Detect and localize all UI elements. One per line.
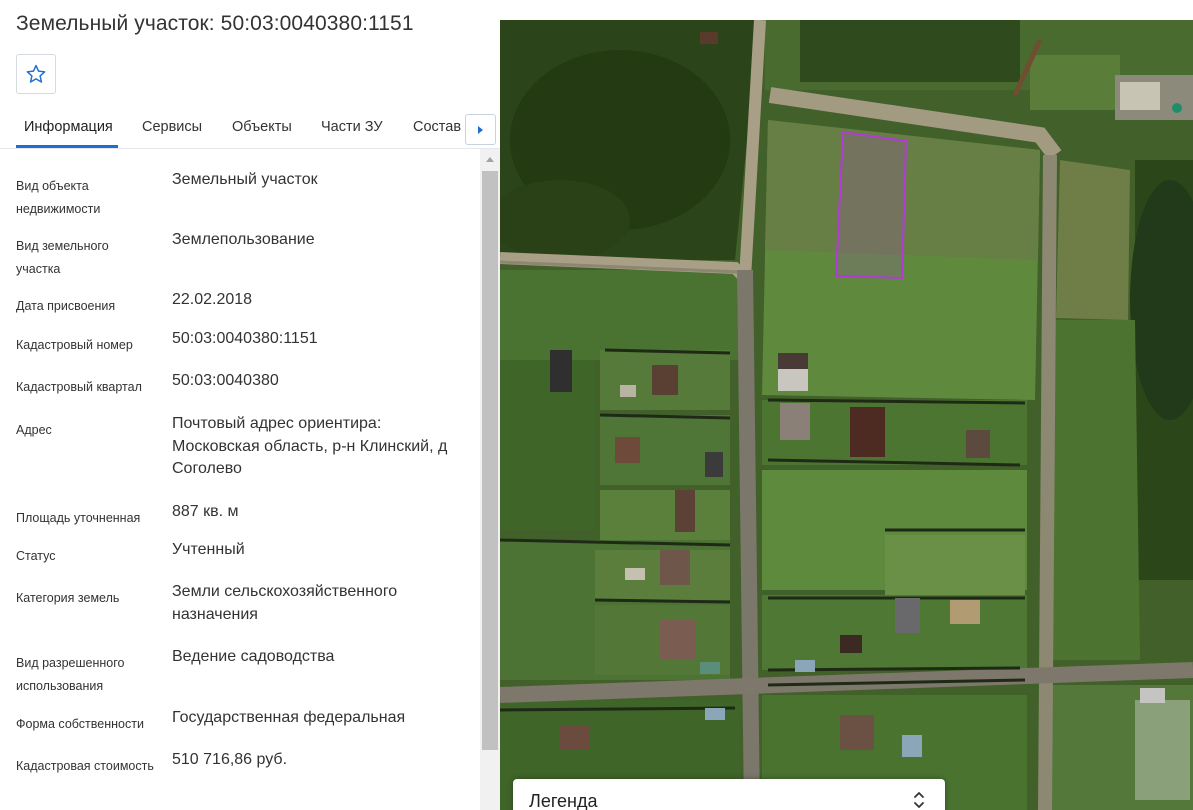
tab-land-parts[interactable]: Части ЗУ — [321, 119, 383, 135]
satellite-imagery — [500, 20, 1193, 810]
info-label: Дата присвоения — [16, 299, 116, 313]
info-label: Категория земель — [16, 591, 120, 605]
info-value: Почтовый адрес ориентира: Московская обл… — [172, 415, 448, 477]
legend-label: Легенда — [529, 791, 598, 810]
tab-composition[interactable]: Состав — [413, 119, 461, 135]
tab-bar: Информация Сервисы Объекты Части ЗУ Сост… — [0, 108, 500, 149]
info-list: Вид объекта недвижимости Земельный участ… — [0, 149, 480, 810]
chevron-right-icon — [478, 125, 483, 134]
star-outline-icon — [26, 64, 46, 83]
page-title: Земельный участок: 50:03:0040380:1151 — [16, 12, 414, 35]
info-label: Площадь уточненная — [16, 511, 141, 525]
expand-collapse-icon[interactable] — [913, 791, 925, 809]
info-label: Кадастровый квартал — [16, 380, 142, 394]
info-label: Вид разрешенного использования — [16, 656, 125, 693]
info-value: 22.02.2018 — [172, 291, 253, 308]
info-value: Учтенный — [172, 541, 245, 558]
info-label: Вид земельного участка — [16, 239, 109, 276]
info-value: Земли сельскохозяйственного назначения — [172, 583, 398, 623]
tab-objects[interactable]: Объекты — [232, 119, 292, 135]
info-panel: Земельный участок: 50:03:0040380:1151 Ин… — [0, 0, 500, 810]
info-label: Статус — [16, 549, 56, 563]
selected-parcel-outline — [834, 130, 908, 280]
info-value: 887 кв. м — [172, 503, 239, 520]
tabs-scroll-right-button[interactable] — [465, 114, 496, 145]
info-value: 50:03:0040380:1151 — [172, 330, 318, 347]
info-value: Ведение садоводства — [172, 648, 335, 665]
chevron-up-icon — [486, 156, 494, 162]
info-label: Адрес — [16, 423, 52, 437]
info-value: 510 716,86 руб. — [172, 751, 288, 768]
info-scrollbar[interactable] — [480, 149, 500, 810]
active-tab-indicator — [16, 145, 118, 148]
info-value: Землепользование — [172, 231, 315, 248]
legend-panel[interactable]: Легенда — [513, 779, 945, 810]
info-label: Вид объекта недвижимости — [16, 179, 101, 216]
tab-services[interactable]: Сервисы — [142, 119, 202, 135]
info-value: Земельный участок — [172, 171, 318, 188]
tab-information[interactable]: Информация — [24, 119, 113, 135]
favorite-button[interactable] — [16, 54, 56, 94]
scrollbar-thumb[interactable] — [482, 171, 498, 750]
info-value: 50:03:0040380 — [172, 372, 279, 389]
info-value: Государственная федеральная — [172, 709, 406, 726]
scroll-up-button[interactable] — [480, 149, 500, 169]
info-label: Кадастровый номер — [16, 338, 133, 352]
info-label: Кадастровая стоимость — [16, 759, 154, 773]
info-label: Форма собственности — [16, 717, 144, 731]
satellite-map[interactable] — [500, 20, 1193, 810]
